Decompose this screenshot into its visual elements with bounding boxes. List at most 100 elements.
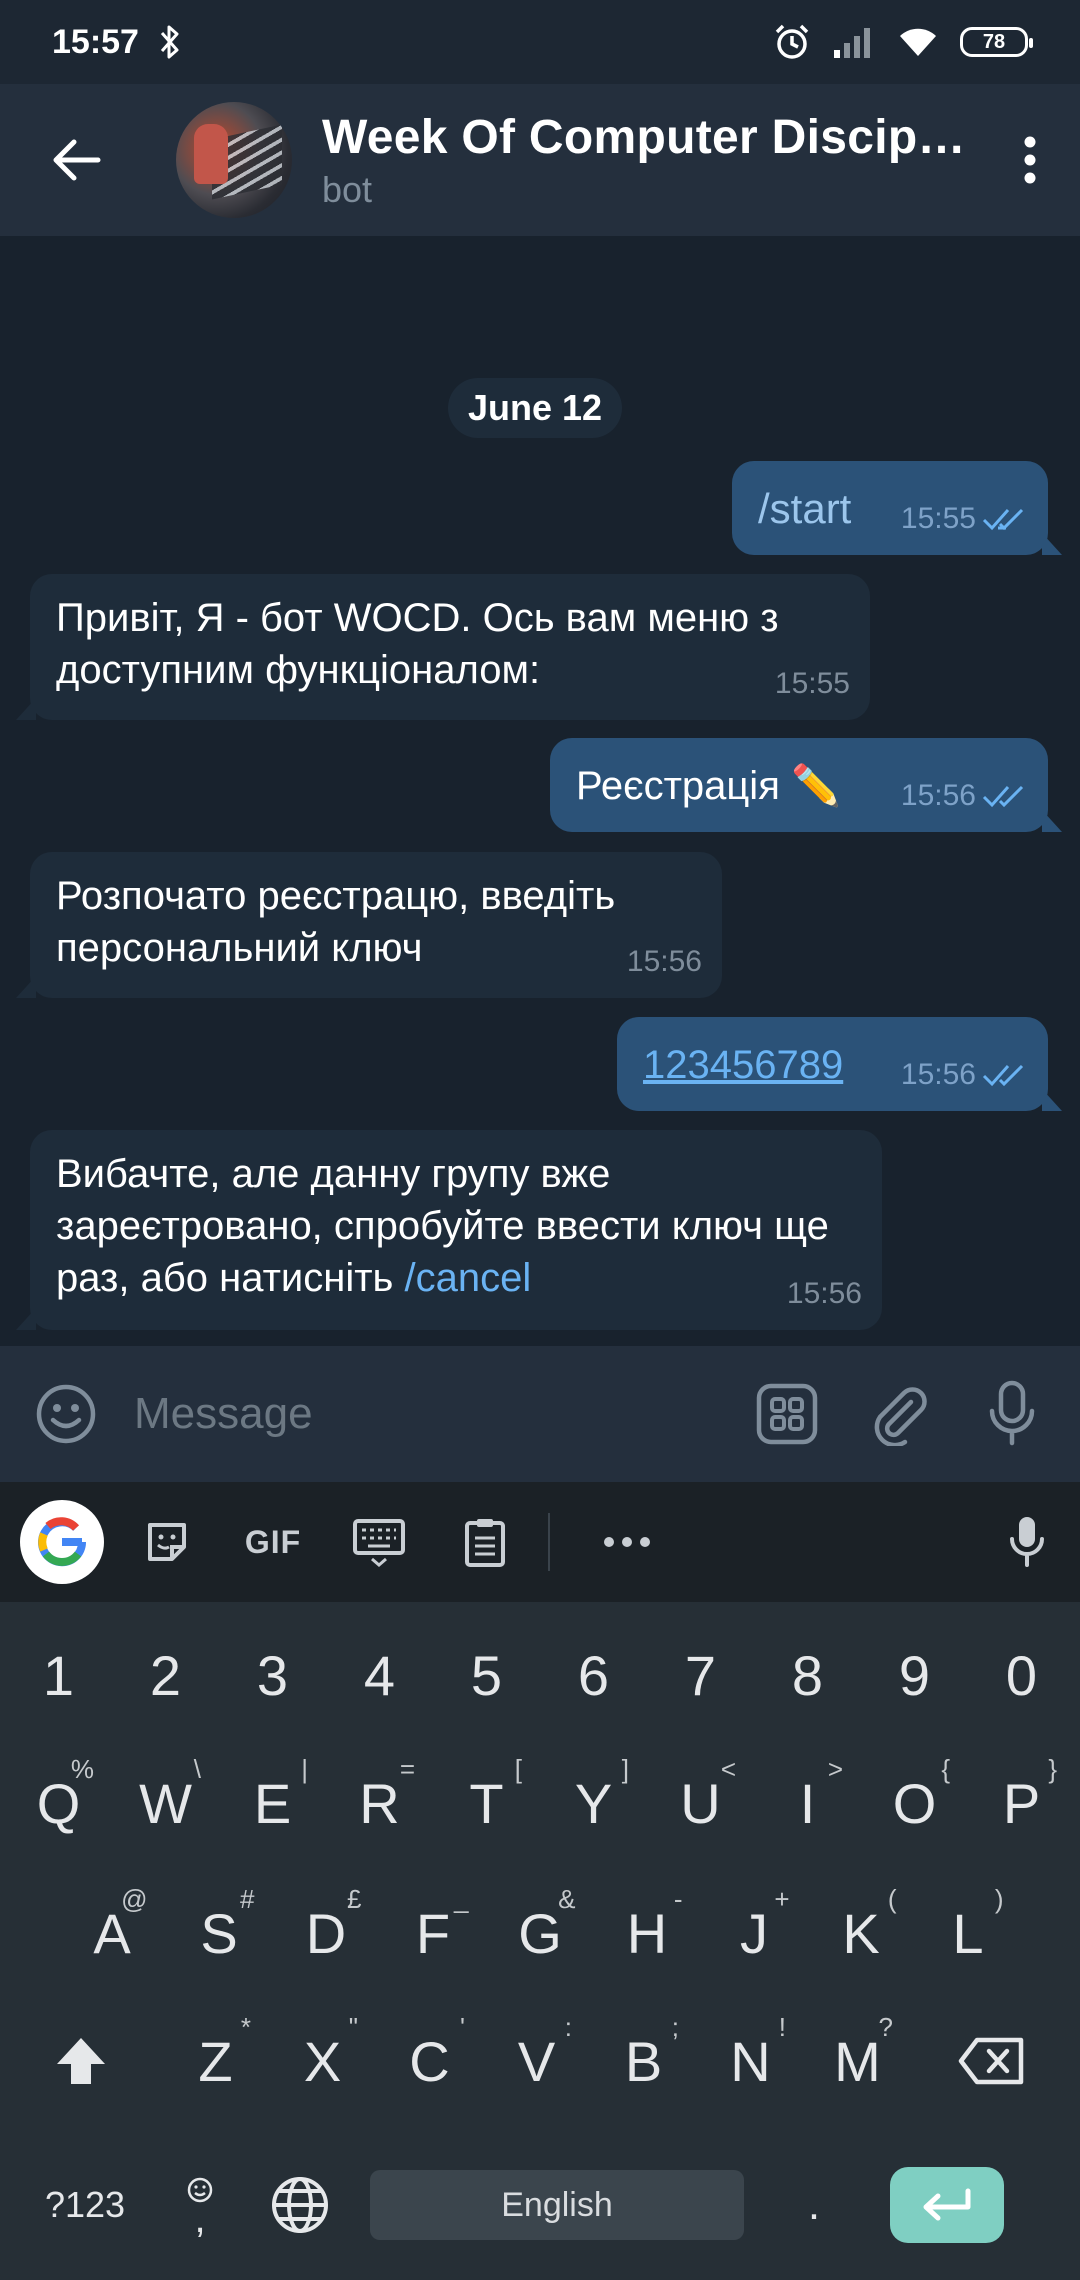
message-bubble-outgoing[interactable]: 123456789 15:56 [617, 1017, 1062, 1111]
letter-key[interactable]: Z * [162, 2006, 269, 2116]
number-key[interactable]: 0 [968, 1620, 1075, 1730]
key-hint: < [720, 1754, 736, 1784]
number-key[interactable]: 9 [861, 1620, 968, 1730]
letter-key[interactable]: C ' [376, 2006, 483, 2116]
message-bubble-incoming[interactable]: Привіт, Я - бот WOCD. Ось вам меню з дос… [16, 574, 870, 720]
letter-key[interactable]: J + [701, 1878, 808, 1988]
letter-key[interactable]: X " [269, 2006, 376, 2116]
key-label: L [952, 1901, 984, 1965]
bot-commands-button[interactable] [753, 1374, 821, 1454]
attach-button[interactable] [865, 1374, 933, 1454]
letter-key[interactable]: R = [326, 1748, 433, 1858]
message-bubble-incoming[interactable]: Розпочато реєстрацю, введіть персональни… [16, 852, 722, 998]
message-bubble-outgoing[interactable]: /start 15:55 [732, 461, 1062, 555]
number-key[interactable]: 2 [112, 1620, 219, 1730]
message-bubble-outgoing[interactable]: Реєстрація ✏️ 15:56 [550, 738, 1062, 832]
voice-record-button[interactable] [978, 1374, 1046, 1454]
letter-key[interactable]: V: [483, 2006, 590, 2116]
letter-key[interactable]: A @ [59, 1878, 166, 1988]
letter-key[interactable]: T[ [433, 1748, 540, 1858]
key-label: B [624, 2029, 663, 2093]
key-label: W [139, 1771, 192, 1835]
google-icon[interactable] [20, 1500, 104, 1584]
cancel-command-link[interactable]: /cancel [405, 1256, 532, 1300]
message-link[interactable]: 123456789 [643, 1039, 843, 1091]
message-text: Реєстрація ✏️ [576, 764, 841, 808]
sticker-button[interactable] [114, 1482, 220, 1602]
key-label: 3 [256, 1643, 289, 1707]
key-hint: : [564, 2012, 572, 2042]
back-button[interactable] [0, 84, 152, 236]
comma-emoji-key[interactable]: , [150, 2150, 250, 2260]
letter-key[interactable]: I > [754, 1748, 861, 1858]
key-hint: ] [621, 1754, 629, 1784]
message-bubble-incoming[interactable]: Вибачте, але данну групу вже зареєтрован… [16, 1130, 882, 1330]
letter-key[interactable]: N! [697, 2006, 804, 2116]
message-input[interactable] [134, 1389, 709, 1439]
more-menu-button[interactable] [980, 84, 1080, 236]
status-time: 15:57 [52, 22, 139, 61]
key-hint: > [827, 1754, 843, 1784]
symbols-key[interactable]: ?123 [20, 2150, 150, 2260]
key-label: 1 [42, 1643, 75, 1707]
message-composer [0, 1346, 1080, 1482]
gif-button[interactable]: GIF [220, 1482, 326, 1602]
letter-key[interactable]: E | [219, 1748, 326, 1858]
letter-key[interactable]: G & [487, 1878, 594, 1988]
alarm-icon [775, 24, 809, 59]
letter-key[interactable]: D £ [273, 1878, 380, 1988]
number-key[interactable]: 8 [754, 1620, 861, 1730]
key-label: G [518, 1901, 562, 1965]
toolbar-separator [548, 1513, 550, 1571]
message-time: 15:56 [626, 945, 702, 978]
key-label: N [730, 2029, 771, 2093]
backspace-key[interactable] [911, 2006, 1073, 2116]
letter-key[interactable]: Q% [5, 1748, 112, 1858]
shift-icon [57, 2038, 105, 2084]
key-label: S [200, 1901, 238, 1965]
voice-typing-button[interactable] [974, 1482, 1080, 1602]
message-time: 15:56 [901, 1049, 1028, 1101]
microphone-icon [1010, 1517, 1044, 1567]
letter-key[interactable]: H- [594, 1878, 701, 1988]
letter-key[interactable]: S # [166, 1878, 273, 1988]
read-check-icon [982, 508, 1024, 531]
status-bar: 15:57 78 [0, 0, 1080, 84]
key-label: K [842, 1901, 880, 1965]
message-time: 15:56 [901, 770, 1028, 822]
chat-title: Week Of Computer Discipl… [322, 110, 972, 164]
clipboard-button[interactable] [432, 1482, 538, 1602]
wifi-icon [900, 28, 936, 56]
letter-key[interactable]: P} [968, 1748, 1075, 1858]
key-label: U [680, 1771, 721, 1835]
shift-key[interactable] [0, 2006, 162, 2116]
number-key[interactable]: 6 [540, 1620, 647, 1730]
period-key[interactable]: . [764, 2150, 864, 2260]
letter-key[interactable]: O{ [861, 1748, 968, 1858]
number-key[interactable]: 5 [433, 1620, 540, 1730]
letter-key[interactable]: W \ [112, 1748, 219, 1858]
letter-key[interactable]: F _ [380, 1878, 487, 1988]
keyboard-mode-button[interactable] [326, 1482, 432, 1602]
avatar[interactable] [176, 102, 292, 218]
emoji-button[interactable] [34, 1379, 98, 1449]
language-key[interactable] [250, 2150, 350, 2260]
letter-key[interactable]: Y] [540, 1748, 647, 1858]
number-key[interactable]: 3 [219, 1620, 326, 1730]
letter-key[interactable]: M? [804, 2006, 911, 2116]
more-options-button[interactable] [574, 1482, 680, 1602]
key-hint: ; [671, 2012, 679, 2042]
letter-key[interactable]: L) [915, 1878, 1022, 1988]
letter-key[interactable]: B; [590, 2006, 697, 2116]
number-key[interactable]: 4 [326, 1620, 433, 1730]
number-key[interactable]: 7 [647, 1620, 754, 1730]
chat-title-block[interactable]: Week Of Computer Discipl… bot [322, 110, 980, 211]
space-key[interactable]: English [370, 2170, 744, 2240]
key-hint: | [301, 1754, 308, 1784]
chat-history[interactable]: June 12 /start 15:55 Привіт, Я - бот WOC… [0, 236, 1080, 1346]
letter-key[interactable]: K( [808, 1878, 915, 1988]
enter-key[interactable] [890, 2167, 1004, 2243]
signal-icon [834, 28, 870, 58]
letter-key[interactable]: U < [647, 1748, 754, 1858]
number-key[interactable]: 1 [5, 1620, 112, 1730]
